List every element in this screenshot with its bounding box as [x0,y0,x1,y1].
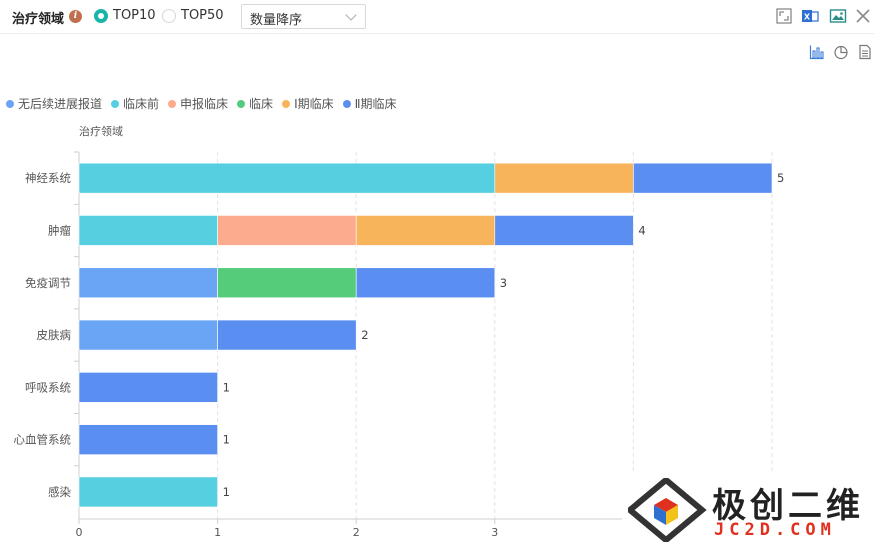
category-label: 肿瘤 [48,223,71,237]
category-label: 感染 [48,485,71,499]
bar-segment [633,162,773,194]
bar-segment [78,215,218,246]
bar-segment [217,215,357,246]
category-label: 皮肤病 [37,328,72,342]
stacked-bar-chart: 0 1 2 3 神经系统 5 肿瘤 4 免疫调节 3 皮肤病 2 呼吸系统 1 心血管系统 1 感染 1 [14,151,784,539]
bar-segment [78,424,218,455]
category-label: 呼吸系统 [25,380,71,394]
bar-segment [78,162,496,194]
total-data-label: 1 [223,485,230,499]
watermark-url: JC2D.COM [714,520,836,540]
x-tick-label: 1 [214,526,221,539]
bar-segment [78,267,218,299]
x-tick-label: 2 [353,526,360,539]
bar-segment [217,319,357,351]
x-tick-label: 3 [491,526,498,539]
total-data-label: 4 [638,223,645,237]
total-data-label: 3 [500,276,507,290]
total-data-label: 1 [223,433,230,447]
bar-segment [494,215,634,246]
x-tick-label: 0 [76,526,83,539]
category-label: 免疫调节 [25,276,71,290]
watermark-cube-icon [625,476,707,544]
bar-segment [78,476,218,508]
bar-segment [355,215,496,246]
total-data-label: 2 [361,328,368,342]
total-data-label: 5 [777,171,784,185]
bar-segment [78,372,218,403]
bar-segment [217,267,357,299]
category-label: 神经系统 [25,171,71,185]
bar-segment [494,162,634,194]
total-data-label: 1 [223,380,230,394]
bar-segment [355,267,496,299]
watermark-logo: 极创二维 JC2D.COM [625,476,868,544]
category-label: 心血管系统 [14,433,72,447]
bar-segment [78,319,218,351]
